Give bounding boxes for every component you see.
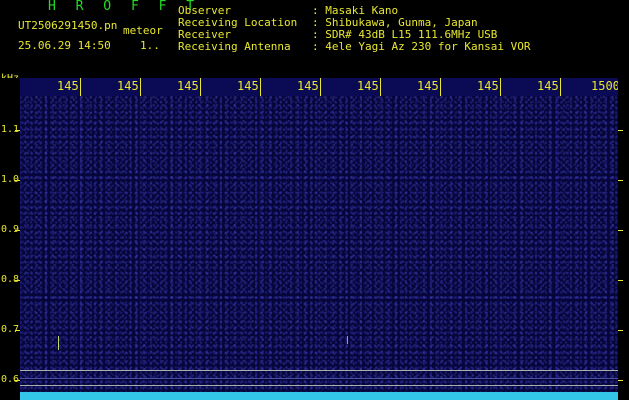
right-tick [618,280,623,281]
right-tick [618,180,623,181]
top-tick [560,78,561,96]
right-tick [618,130,623,131]
marker-line [20,378,618,379]
top-tick [380,78,381,96]
top-tick [200,78,201,96]
datetime: 25.06.29 14:50 [18,39,111,52]
antenna-value: : 4ele Yagi Az 230 for Kansai VOR [312,40,531,53]
spectrogram-plot [20,96,618,392]
top-tick-label: 145 [57,79,79,93]
top-tick-label: 145 [177,79,199,93]
right-tick [618,380,623,381]
top-tick [260,78,261,96]
top-tick [500,78,501,96]
top-tick-label: 1500 [591,79,620,93]
top-tick-label: 145 [357,79,379,93]
top-tick-label: 145 [117,79,139,93]
marker-line [20,370,618,371]
spectrum-strip [20,392,618,400]
top-tick-label: 145 [537,79,559,93]
meteor-echo-trace [58,336,59,350]
top-tick-label: 145 [297,79,319,93]
frequency-axis-top: 145 145 145 145 145 145 145 145 145 1500 [20,78,620,96]
top-tick [140,78,141,96]
meteor-count: 1.. [140,39,160,52]
top-tick [80,78,81,96]
frequency-axis-left: 1.1 1.0 0.9 0.8 0.7 0.6 [0,78,20,400]
top-tick-label: 145 [417,79,439,93]
right-axis [618,78,629,400]
top-tick [320,78,321,96]
right-tick [618,230,623,231]
filename: UT2506291450.pn [18,19,118,32]
top-tick-label: 145 [477,79,499,93]
antenna-label: Receiving Antenna [178,40,291,53]
top-tick [440,78,441,96]
marker-line [20,385,618,386]
top-tick-label: 145 [237,79,259,93]
meteor-label: meteor [123,24,163,37]
header-panel: H R O F F T UT2506291450.pn meteor 25.06… [0,0,629,84]
right-tick [618,330,623,331]
meteor-echo-trace [347,336,348,344]
